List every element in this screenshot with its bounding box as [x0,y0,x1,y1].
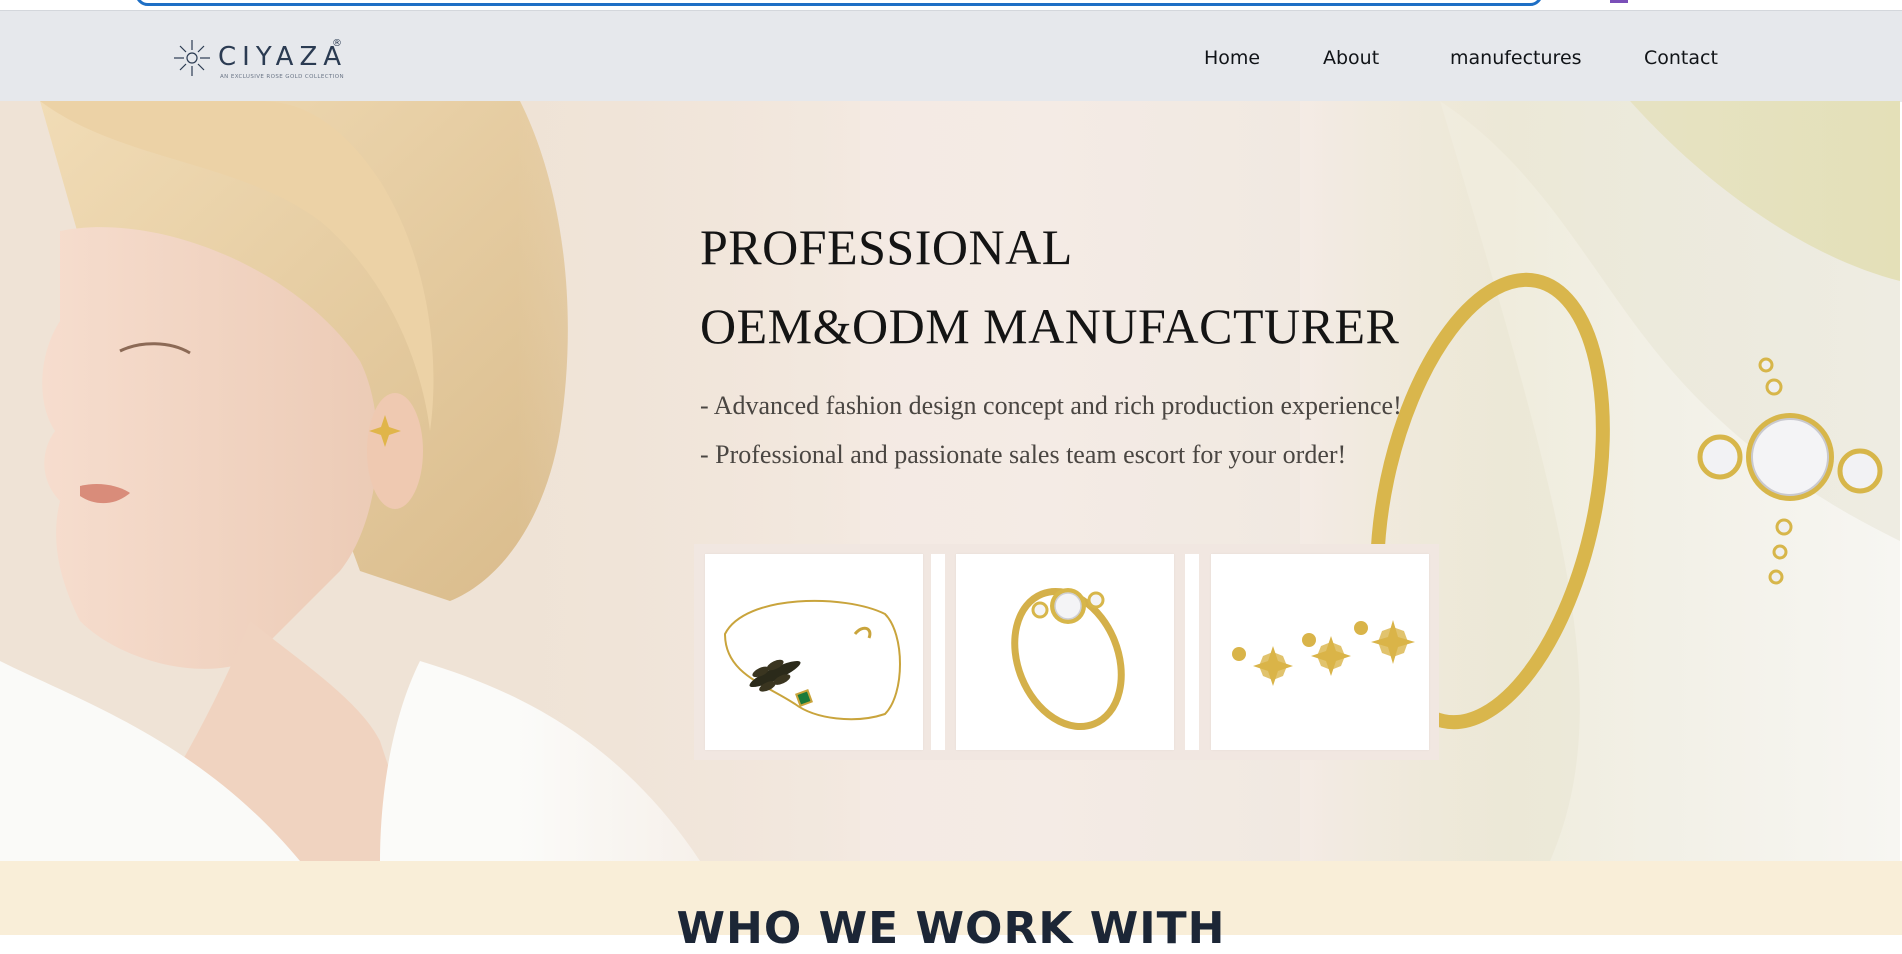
search-bar-edge[interactable] [135,0,1543,6]
top-strip [0,0,1902,10]
nav-manufectures[interactable]: manufectures [1450,47,1582,69]
thumb-separator [931,554,945,750]
hero-title-line2: OEM&ODM MANUFACTURER [700,298,1400,354]
hero-title-line1: PROFESSIONAL [700,219,1073,275]
section-title: WHO WE WORK WITH [676,903,1226,954]
product-thumb-earrings[interactable] [1211,554,1429,750]
nav-about[interactable]: About [1323,47,1379,69]
star-earrings-icon [1232,620,1415,686]
logo-tagline: AN EXCLUSIVE ROSE GOLD COLLECTION [220,74,344,80]
product-thumb-bracelet[interactable] [705,554,923,750]
ring-icon [1011,587,1125,731]
hero-bullet-2: - Professional and passionate sales team… [700,440,1347,469]
nav-home[interactable]: Home [1204,47,1260,69]
product-thumb-ring[interactable] [956,554,1174,750]
who-we-work-with-section: WHO WE WORK WITH [0,861,1902,954]
logo-wordmark: CIYAZA [218,42,348,72]
nav-contact[interactable]: Contact [1644,47,1718,69]
sun-logo-icon [174,40,210,76]
site-header: CIYAZA ® AN EXCLUSIVE ROSE GOLD COLLECTI… [0,10,1902,102]
site-logo[interactable]: CIYAZA ® AN EXCLUSIVE ROSE GOLD COLLECTI… [172,38,344,84]
thumb-separator [1185,554,1199,750]
hero-bullet-1: - Advanced fashion design concept and ri… [700,391,1402,420]
logo-registered-mark: ® [332,38,342,49]
toolbar-icon-edge [1610,0,1628,3]
product-thumbnail-strip [694,544,1439,760]
hero-banner: PROFESSIONAL OEM&ODM MANUFACTURER - Adva… [0,101,1900,861]
bracelet-icon [723,599,901,721]
